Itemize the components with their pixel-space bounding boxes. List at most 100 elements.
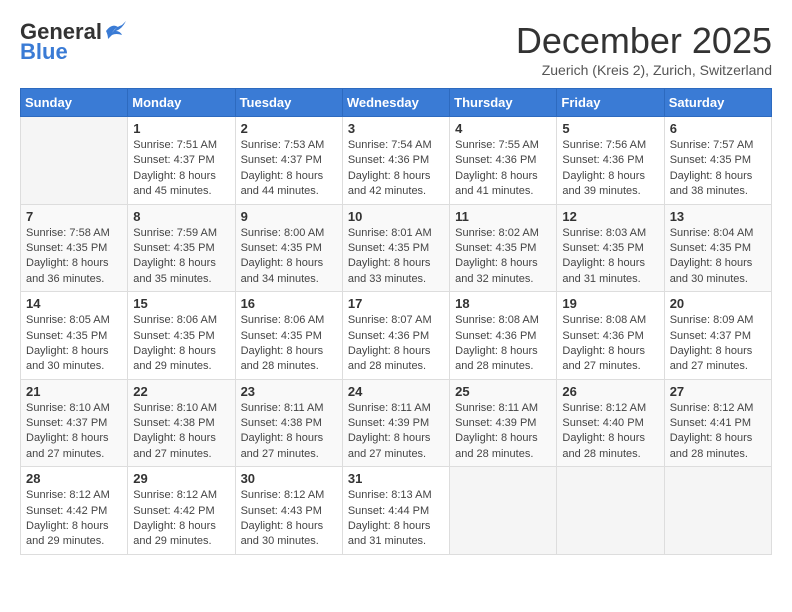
day-info: Sunrise: 7:51 AM Sunset: 4:37 PM Dayligh… [133, 138, 229, 200]
day-info: Sunrise: 8:13 AM Sunset: 4:44 PM Dayligh… [348, 488, 444, 550]
day-number: 11 [455, 209, 551, 224]
month-title: December 2025 [516, 20, 772, 62]
weekday-header-wednesday: Wednesday [342, 89, 449, 117]
day-number: 20 [670, 296, 766, 311]
day-number: 29 [133, 471, 229, 486]
day-number: 16 [241, 296, 337, 311]
day-number: 2 [241, 121, 337, 136]
day-info: Sunrise: 8:12 AM Sunset: 4:42 PM Dayligh… [26, 488, 122, 550]
logo-blue: Blue [20, 40, 68, 64]
day-info: Sunrise: 8:12 AM Sunset: 4:41 PM Dayligh… [670, 401, 766, 463]
location: Zuerich (Kreis 2), Zurich, Switzerland [516, 62, 772, 78]
day-number: 27 [670, 384, 766, 399]
calendar-cell: 16 Sunrise: 8:06 AM Sunset: 4:35 PM Dayli… [235, 292, 342, 380]
calendar-cell: 11 Sunrise: 8:02 AM Sunset: 4:35 PM Dayli… [450, 204, 557, 292]
day-info: Sunrise: 8:02 AM Sunset: 4:35 PM Dayligh… [455, 226, 551, 288]
day-info: Sunrise: 8:10 AM Sunset: 4:37 PM Dayligh… [26, 401, 122, 463]
calendar-cell: 3 Sunrise: 7:54 AM Sunset: 4:36 PM Daylig… [342, 117, 449, 205]
day-info: Sunrise: 7:53 AM Sunset: 4:37 PM Dayligh… [241, 138, 337, 200]
day-number: 19 [562, 296, 658, 311]
day-number: 9 [241, 209, 337, 224]
day-info: Sunrise: 8:11 AM Sunset: 4:39 PM Dayligh… [348, 401, 444, 463]
calendar-cell: 14 Sunrise: 8:05 AM Sunset: 4:35 PM Dayli… [21, 292, 128, 380]
day-info: Sunrise: 8:03 AM Sunset: 4:35 PM Dayligh… [562, 226, 658, 288]
day-number: 15 [133, 296, 229, 311]
day-number: 12 [562, 209, 658, 224]
day-info: Sunrise: 8:12 AM Sunset: 4:40 PM Dayligh… [562, 401, 658, 463]
calendar-cell: 8 Sunrise: 7:59 AM Sunset: 4:35 PM Daylig… [128, 204, 235, 292]
day-info: Sunrise: 8:12 AM Sunset: 4:43 PM Dayligh… [241, 488, 337, 550]
calendar-cell: 9 Sunrise: 8:00 AM Sunset: 4:35 PM Daylig… [235, 204, 342, 292]
day-number: 24 [348, 384, 444, 399]
day-number: 14 [26, 296, 122, 311]
calendar-cell: 29 Sunrise: 8:12 AM Sunset: 4:42 PM Dayli… [128, 467, 235, 555]
day-info: Sunrise: 7:57 AM Sunset: 4:35 PM Dayligh… [670, 138, 766, 200]
day-number: 3 [348, 121, 444, 136]
weekday-header-thursday: Thursday [450, 89, 557, 117]
calendar-header: SundayMondayTuesdayWednesdayThursdayFrid… [21, 89, 772, 117]
calendar-cell: 1Sunrise: 7:51 AM Sunset: 4:37 PM Daylig… [128, 117, 235, 205]
calendar-cell [21, 117, 128, 205]
calendar-week-row: 28 Sunrise: 8:12 AM Sunset: 4:42 PM Dayli… [21, 467, 772, 555]
day-number: 31 [348, 471, 444, 486]
day-number: 30 [241, 471, 337, 486]
day-number: 21 [26, 384, 122, 399]
day-info: Sunrise: 7:56 AM Sunset: 4:36 PM Dayligh… [562, 138, 658, 200]
day-info: Sunrise: 7:54 AM Sunset: 4:36 PM Dayligh… [348, 138, 444, 200]
day-number: 22 [133, 384, 229, 399]
calendar-cell: 15 Sunrise: 8:06 AM Sunset: 4:35 PM Dayli… [128, 292, 235, 380]
calendar-cell: 19 Sunrise: 8:08 AM Sunset: 4:36 PM Dayli… [557, 292, 664, 380]
calendar-cell: 18Sunrise: 8:08 AM Sunset: 4:36 PM Dayli… [450, 292, 557, 380]
day-number: 25 [455, 384, 551, 399]
calendar-week-row: 14 Sunrise: 8:05 AM Sunset: 4:35 PM Dayli… [21, 292, 772, 380]
calendar-cell: 7Sunrise: 7:58 AM Sunset: 4:35 PM Daylig… [21, 204, 128, 292]
day-number: 8 [133, 209, 229, 224]
calendar-body: 1Sunrise: 7:51 AM Sunset: 4:37 PM Daylig… [21, 117, 772, 555]
day-info: Sunrise: 8:12 AM Sunset: 4:42 PM Dayligh… [133, 488, 229, 550]
calendar-cell: 20Sunrise: 8:09 AM Sunset: 4:37 PM Dayli… [664, 292, 771, 380]
day-info: Sunrise: 8:05 AM Sunset: 4:35 PM Dayligh… [26, 313, 122, 375]
calendar-cell: 2 Sunrise: 7:53 AM Sunset: 4:37 PM Daylig… [235, 117, 342, 205]
calendar-cell: 21 Sunrise: 8:10 AM Sunset: 4:37 PM Dayli… [21, 379, 128, 467]
day-info: Sunrise: 8:11 AM Sunset: 4:39 PM Dayligh… [455, 401, 551, 463]
calendar-cell: 24 Sunrise: 8:11 AM Sunset: 4:39 PM Dayli… [342, 379, 449, 467]
day-info: Sunrise: 8:00 AM Sunset: 4:35 PM Dayligh… [241, 226, 337, 288]
day-number: 13 [670, 209, 766, 224]
calendar-cell: 22Sunrise: 8:10 AM Sunset: 4:38 PM Dayli… [128, 379, 235, 467]
day-info: Sunrise: 8:06 AM Sunset: 4:35 PM Dayligh… [241, 313, 337, 375]
calendar-cell: 26 Sunrise: 8:12 AM Sunset: 4:40 PM Dayli… [557, 379, 664, 467]
day-number: 26 [562, 384, 658, 399]
day-info: Sunrise: 7:55 AM Sunset: 4:36 PM Dayligh… [455, 138, 551, 200]
calendar-cell: 4Sunrise: 7:55 AM Sunset: 4:36 PM Daylig… [450, 117, 557, 205]
day-info: Sunrise: 8:06 AM Sunset: 4:35 PM Dayligh… [133, 313, 229, 375]
calendar-week-row: 21 Sunrise: 8:10 AM Sunset: 4:37 PM Dayli… [21, 379, 772, 467]
day-info: Sunrise: 7:59 AM Sunset: 4:35 PM Dayligh… [133, 226, 229, 288]
day-info: Sunrise: 8:01 AM Sunset: 4:35 PM Dayligh… [348, 226, 444, 288]
page-header: General Blue December 2025 Zuerich (Krei… [20, 20, 772, 78]
calendar-cell: 10Sunrise: 8:01 AM Sunset: 4:35 PM Dayli… [342, 204, 449, 292]
calendar-cell: 12 Sunrise: 8:03 AM Sunset: 4:35 PM Dayli… [557, 204, 664, 292]
calendar-cell [664, 467, 771, 555]
calendar-cell [450, 467, 557, 555]
calendar-week-row: 7Sunrise: 7:58 AM Sunset: 4:35 PM Daylig… [21, 204, 772, 292]
day-number: 28 [26, 471, 122, 486]
logo: General Blue [20, 20, 126, 64]
calendar-cell: 23 Sunrise: 8:11 AM Sunset: 4:38 PM Dayli… [235, 379, 342, 467]
day-number: 6 [670, 121, 766, 136]
day-info: Sunrise: 8:07 AM Sunset: 4:36 PM Dayligh… [348, 313, 444, 375]
weekday-header-row: SundayMondayTuesdayWednesdayThursdayFrid… [21, 89, 772, 117]
logo-bird-icon [104, 21, 126, 39]
day-number: 23 [241, 384, 337, 399]
day-info: Sunrise: 8:11 AM Sunset: 4:38 PM Dayligh… [241, 401, 337, 463]
calendar-table: SundayMondayTuesdayWednesdayThursdayFrid… [20, 88, 772, 555]
calendar-week-row: 1Sunrise: 7:51 AM Sunset: 4:37 PM Daylig… [21, 117, 772, 205]
weekday-header-sunday: Sunday [21, 89, 128, 117]
calendar-cell: 6 Sunrise: 7:57 AM Sunset: 4:35 PM Daylig… [664, 117, 771, 205]
day-info: Sunrise: 7:58 AM Sunset: 4:35 PM Dayligh… [26, 226, 122, 288]
title-block: December 2025 Zuerich (Kreis 2), Zurich,… [516, 20, 772, 78]
calendar-cell: 31 Sunrise: 8:13 AM Sunset: 4:44 PM Dayli… [342, 467, 449, 555]
day-info: Sunrise: 8:08 AM Sunset: 4:36 PM Dayligh… [562, 313, 658, 375]
calendar-cell: 5Sunrise: 7:56 AM Sunset: 4:36 PM Daylig… [557, 117, 664, 205]
day-info: Sunrise: 8:04 AM Sunset: 4:35 PM Dayligh… [670, 226, 766, 288]
calendar-cell [557, 467, 664, 555]
